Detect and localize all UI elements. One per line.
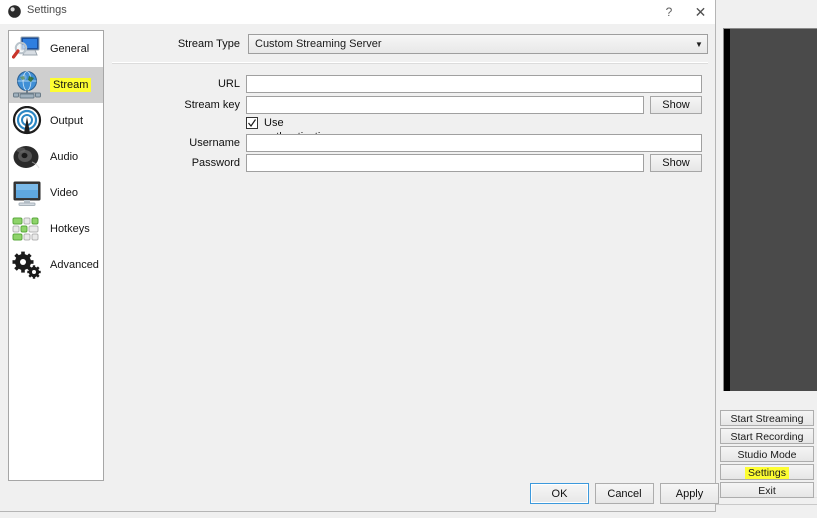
password-input[interactable] [246,154,644,172]
help-icon[interactable]: ? [655,0,683,24]
username-label: Username [189,137,240,149]
start-streaming-button[interactable]: Start Streaming [720,410,814,426]
sidebar-item-label: Hotkeys [50,223,90,235]
obs-preview-area [723,28,817,391]
studio-mode-button[interactable]: Studio Mode [720,446,814,462]
password-show-button[interactable]: Show [650,154,702,172]
hotkeys-keyboard-icon [11,213,43,245]
sidebar-item-general[interactable]: General [9,31,103,67]
dialog-title: Settings [27,4,67,16]
stream-key-label: Stream key [184,99,240,111]
settings-sidebar[interactable]: General Stream Output Audio Video Hotkey… [8,30,104,481]
preview-black-bar [724,29,730,391]
stream-type-select[interactable]: Custom Streaming Server ▼ [248,34,708,54]
sidebar-item-advanced[interactable]: Advanced [9,247,103,283]
exit-button[interactable]: Exit [720,482,814,498]
audio-speaker-icon [11,141,43,173]
general-monitor-magnifier-icon [11,33,43,65]
sidebar-item-label: Output [50,115,84,127]
username-input[interactable] [246,134,702,152]
stream-key-row: Stream key Show [112,96,708,114]
apply-button[interactable]: Apply [660,483,719,504]
settings-button[interactable]: Settings [720,464,814,480]
sidebar-item-audio[interactable]: Audio [9,139,103,175]
sidebar-item-label: Audio [50,151,79,163]
settings-label: Settings [745,467,789,479]
use-authentication-checkbox[interactable] [246,117,258,129]
ok-button[interactable]: OK [530,483,589,504]
settings-dialog: Settings ? ✕ General Stream Output Audio… [0,0,719,512]
dialog-footer: OK Cancel Apply [530,483,719,504]
advanced-gears-icon [11,249,43,281]
stream-type-row: Stream Type Custom Streaming Server ▼ [112,34,708,54]
dialog-titlebar: Settings ? ✕ [0,0,715,24]
start-recording-label: Start Recording [730,431,804,443]
pane-divider [112,62,708,64]
obs-control-buttons: Start Streaming Start Recording Studio M… [720,410,814,498]
stream-type-label: Stream Type [177,38,240,50]
close-icon[interactable]: ✕ [685,0,716,24]
studio-mode-label: Studio Mode [737,449,797,461]
obs-logo-icon [8,5,21,18]
cancel-button[interactable]: Cancel [595,483,654,504]
stream-type-value: Custom Streaming Server [255,38,382,50]
sidebar-item-stream[interactable]: Stream [9,67,103,103]
output-broadcast-icon [11,105,43,137]
stream-globe-icon [11,69,43,101]
sidebar-item-label: General [50,43,90,55]
video-monitor-icon [11,177,43,209]
stream-key-show-button[interactable]: Show [650,96,702,114]
sidebar-item-output[interactable]: Output [9,103,103,139]
exit-label: Exit [758,485,776,497]
stream-key-input[interactable] [246,96,644,114]
sidebar-item-label: Video [50,187,78,199]
sidebar-item-label: Stream [50,78,92,92]
start-streaming-label: Start Streaming [730,413,804,425]
start-recording-button[interactable]: Start Recording [720,428,814,444]
sidebar-item-video[interactable]: Video [9,175,103,211]
password-row: Password Show [112,154,708,172]
url-row: URL [112,75,708,93]
username-row: Username [112,134,708,152]
stream-settings-pane: Stream Type Custom Streaming Server ▼ UR… [112,30,708,481]
url-input[interactable] [246,75,702,93]
sidebar-item-label: Advanced [50,259,99,271]
url-label: URL [217,78,240,90]
sidebar-item-hotkeys[interactable]: Hotkeys [9,211,103,247]
chevron-down-icon: ▼ [695,39,703,49]
password-label: Password [191,157,240,169]
